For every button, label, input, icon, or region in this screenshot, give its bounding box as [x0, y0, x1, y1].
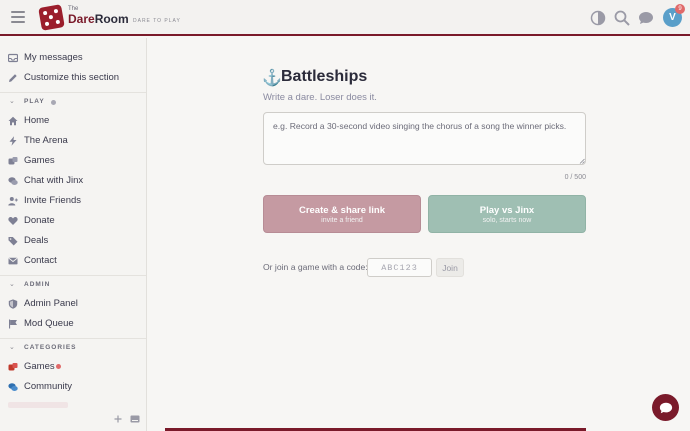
sidebar-item-label: Games	[24, 361, 55, 372]
logo-tagline: DARE TO PLAY	[133, 18, 181, 24]
chevron-down-icon: ⌄	[9, 98, 15, 105]
logo-text-part1: Dare	[68, 12, 95, 26]
tag-icon	[8, 237, 18, 246]
sidebar-item-label: Chat with Jinx	[24, 175, 84, 186]
sidebar-item-label: The Arena	[24, 135, 68, 146]
sidebar-item-label: Invite Friends	[24, 195, 82, 206]
sidebar-item-partial	[8, 402, 68, 408]
flag-icon	[9, 319, 17, 329]
sidebar-item-contact[interactable]: Contact	[0, 251, 146, 271]
top-header: The DareRoom DARE TO PLAY V 9	[0, 0, 690, 36]
theme-toggle-icon[interactable]	[590, 10, 606, 26]
logo-text-part2: Room	[94, 12, 129, 26]
sidebar-item-label: Community	[24, 381, 73, 392]
anchor-icon: ⚓	[262, 70, 282, 87]
sidebar-item-the-arena[interactable]: The Arena	[0, 131, 146, 151]
sidebar-item-category-games[interactable]: Games	[0, 357, 146, 377]
char-count: 0 / 500	[564, 174, 586, 181]
resize-handle-icon[interactable]	[579, 158, 585, 164]
section-label: CATEGORIES	[24, 344, 77, 351]
chat-icon[interactable]	[638, 10, 654, 26]
unread-dot-icon	[56, 364, 61, 369]
sidebar-divider	[0, 92, 146, 93]
add-icon[interactable]	[114, 415, 122, 423]
hamburger-menu-icon[interactable]	[11, 11, 25, 23]
sidebar-footer	[0, 409, 146, 431]
section-header-categories[interactable]: ⌄ CATEGORIES	[0, 342, 146, 354]
chat-bubbles-icon	[8, 177, 18, 185]
sidebar: My messages Customize this section ⌄ PLA…	[0, 38, 147, 431]
sidebar-item-label: My messages	[24, 52, 83, 63]
heart-icon	[8, 217, 18, 225]
section-header-play[interactable]: ⌄ PLAY	[0, 96, 146, 108]
sidebar-item-my-messages[interactable]: My messages	[0, 48, 146, 68]
sidebar-item-invite-friends[interactable]: Invite Friends	[0, 191, 146, 211]
sidebar-item-games[interactable]: Games	[0, 151, 146, 171]
chat-fab-button[interactable]	[652, 394, 679, 421]
chat-bubbles-icon	[8, 383, 18, 391]
shield-icon	[8, 299, 18, 309]
chevron-down-icon: ⌄	[9, 344, 15, 351]
inbox-icon	[8, 53, 18, 63]
status-dot-icon	[51, 100, 56, 105]
sidebar-item-label: Home	[24, 115, 50, 126]
home-icon	[8, 116, 18, 126]
create-share-link-button[interactable]: Create & share link invite a friend	[263, 195, 421, 233]
page-subtitle: Write a dare. Loser does it.	[263, 92, 377, 103]
notification-badge: 9	[675, 4, 685, 14]
dare-input[interactable]	[263, 112, 586, 165]
section-label: ADMIN	[24, 281, 51, 288]
sidebar-item-deals[interactable]: Deals	[0, 231, 146, 251]
button-title: Create & share link	[298, 205, 386, 216]
sidebar-item-label: Contact	[24, 255, 57, 266]
play-vs-jinx-button[interactable]: Play vs Jinx solo, starts now	[428, 195, 586, 233]
sidebar-divider	[0, 338, 146, 339]
sidebar-item-customize[interactable]: Customize this section	[0, 68, 146, 88]
search-icon[interactable]	[614, 10, 630, 26]
sidebar-item-mod-queue[interactable]: Mod Queue	[0, 314, 146, 334]
dice-icon	[8, 363, 18, 371]
sidebar-item-label: Games	[24, 155, 55, 166]
keyboard-icon[interactable]	[130, 415, 140, 423]
sidebar-divider	[0, 275, 146, 276]
sidebar-item-chat-with-jinx[interactable]: Chat with Jinx	[0, 171, 146, 191]
sidebar-item-label: Mod Queue	[24, 318, 74, 329]
section-label: PLAY	[24, 98, 45, 105]
join-button[interactable]: Join	[436, 258, 464, 277]
sidebar-item-label: Deals	[24, 235, 49, 246]
chat-bubble-icon	[659, 402, 672, 413]
dice-icon	[8, 157, 18, 165]
chevron-down-icon: ⌄	[9, 281, 15, 288]
button-subtitle: solo, starts now	[482, 217, 532, 224]
sidebar-item-label: Donate	[24, 215, 55, 226]
button-subtitle: invite a friend	[321, 217, 363, 224]
section-header-admin[interactable]: ⌄ ADMIN	[0, 279, 146, 291]
join-code-label: Or join a game with a code:	[263, 262, 368, 272]
pencil-icon	[9, 74, 17, 82]
sidebar-item-label: Admin Panel	[24, 298, 78, 309]
button-title: Play vs Jinx	[479, 205, 535, 216]
game-code-input[interactable]	[367, 258, 432, 277]
sidebar-item-category-community[interactable]: Community	[0, 377, 146, 397]
sidebar-item-home[interactable]: Home	[0, 111, 146, 131]
page-title: Battleships	[281, 68, 368, 85]
user-plus-icon	[8, 197, 18, 206]
envelope-icon	[8, 257, 18, 265]
bolt-icon	[9, 136, 17, 146]
sidebar-item-admin-panel[interactable]: Admin Panel	[0, 294, 146, 314]
logo-dice-icon	[38, 4, 65, 31]
sidebar-item-label: Customize this section	[24, 72, 120, 83]
logo-text[interactable]: DareRoom	[68, 12, 129, 26]
sidebar-item-donate[interactable]: Donate	[0, 211, 146, 231]
